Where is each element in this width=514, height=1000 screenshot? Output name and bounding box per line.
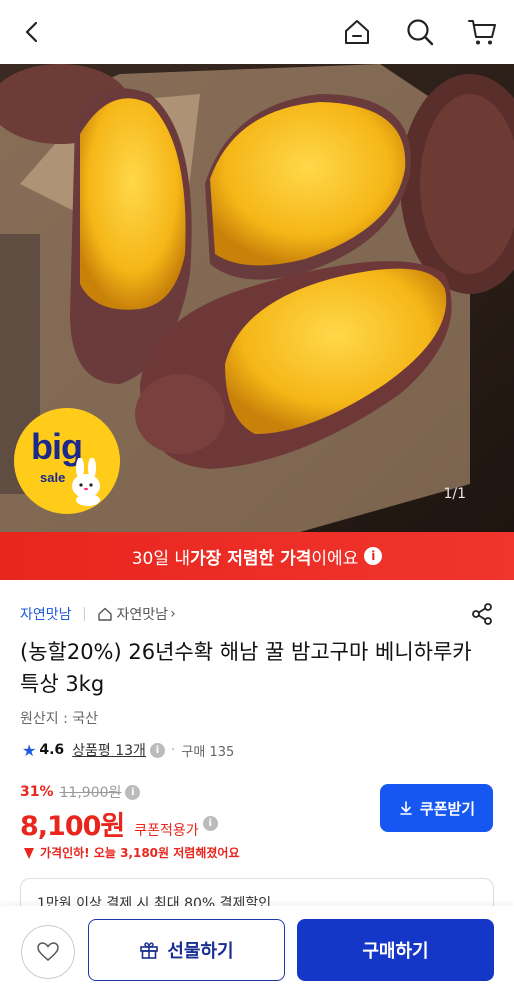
gift-icon — [140, 942, 159, 959]
price-drop-notice: 가격인하! 오늘 3,180원 저렴해졌어요 — [22, 844, 239, 861]
chevron-right-icon: › — [170, 606, 176, 622]
search-icon[interactable] — [402, 14, 438, 50]
chevron-left-icon[interactable] — [14, 14, 50, 50]
separator: · — [170, 742, 176, 758]
info-icon[interactable]: i — [202, 816, 218, 831]
coupon-button-label: 쿠폰받기 — [419, 799, 476, 818]
star-icon: ★ — [22, 740, 37, 760]
product-image[interactable]: big sale 1/1 — [0, 64, 514, 532]
rating-score: 4.6 — [39, 742, 65, 758]
down-arrow-icon — [24, 847, 34, 859]
image-counter: 1/1 — [443, 486, 466, 502]
banner-highlight: 가장 저렴한 가격 — [190, 548, 312, 569]
share-icon[interactable] — [470, 602, 494, 630]
store-home-icon — [97, 607, 112, 621]
banner-suffix: 이에요 — [311, 548, 359, 569]
seller-link[interactable]: 자연맛남 — [20, 604, 72, 624]
top-bar — [0, 0, 514, 64]
store-link[interactable]: 자연맛남 › — [97, 604, 176, 624]
lowest-price-banner[interactable]: 30일 내 가장 저렴한 가격 이에요 i — [0, 532, 514, 580]
divider — [83, 607, 85, 621]
bottom-action-bar: 선물하기 구매하기 — [0, 906, 514, 1000]
sold-count: 구매 135 — [181, 744, 235, 760]
reviews-link[interactable]: 상품평 13개 — [72, 740, 146, 760]
gift-button-label: 선물하기 — [167, 941, 234, 962]
info-icon[interactable]: i — [364, 547, 383, 565]
rabbit-icon — [72, 458, 100, 506]
origin-text: 원산지 : 국산 — [20, 711, 99, 727]
download-icon — [400, 801, 412, 815]
price-row: 8,100원 쿠폰적용가 i — [20, 804, 218, 843]
original-price: 11,900원 — [59, 785, 122, 801]
coupon-button[interactable]: 쿠폰받기 — [380, 784, 493, 832]
discount-row: 31% 11,900원 i — [20, 782, 141, 802]
banner-prefix: 30일 내 — [131, 548, 191, 569]
seller-row: 자연맛남 자연맛남 › — [20, 602, 494, 626]
sale-price: 8,100원 — [20, 811, 125, 842]
info-icon[interactable]: i — [149, 742, 165, 758]
big-sale-badge: big sale — [14, 408, 120, 514]
store-label: 자연맛남 — [116, 607, 169, 623]
product-title: (농할20%) 26년수확 해남 꿀 밤고구마 베니하루카 특상 3kg — [20, 640, 472, 696]
price-drop-text: 가격인하! 오늘 3,180원 저렴해졌어요 — [40, 846, 240, 860]
cart-icon[interactable] — [464, 14, 500, 50]
heart-icon — [37, 942, 59, 961]
buy-button[interactable]: 구매하기 — [297, 919, 494, 981]
rating-row: ★ 4.6 상품평 13개 i · 구매 135 — [22, 740, 234, 760]
badge-sale-text: sale — [40, 470, 66, 485]
coupon-price-tag: 쿠폰적용가 — [134, 823, 199, 839]
discount-percent: 31% — [20, 784, 54, 800]
gift-button[interactable]: 선물하기 — [88, 919, 285, 981]
wishlist-button[interactable] — [21, 925, 75, 979]
home-icon[interactable] — [339, 14, 375, 50]
buy-button-label: 구매하기 — [362, 941, 429, 962]
info-icon[interactable]: i — [125, 784, 141, 800]
